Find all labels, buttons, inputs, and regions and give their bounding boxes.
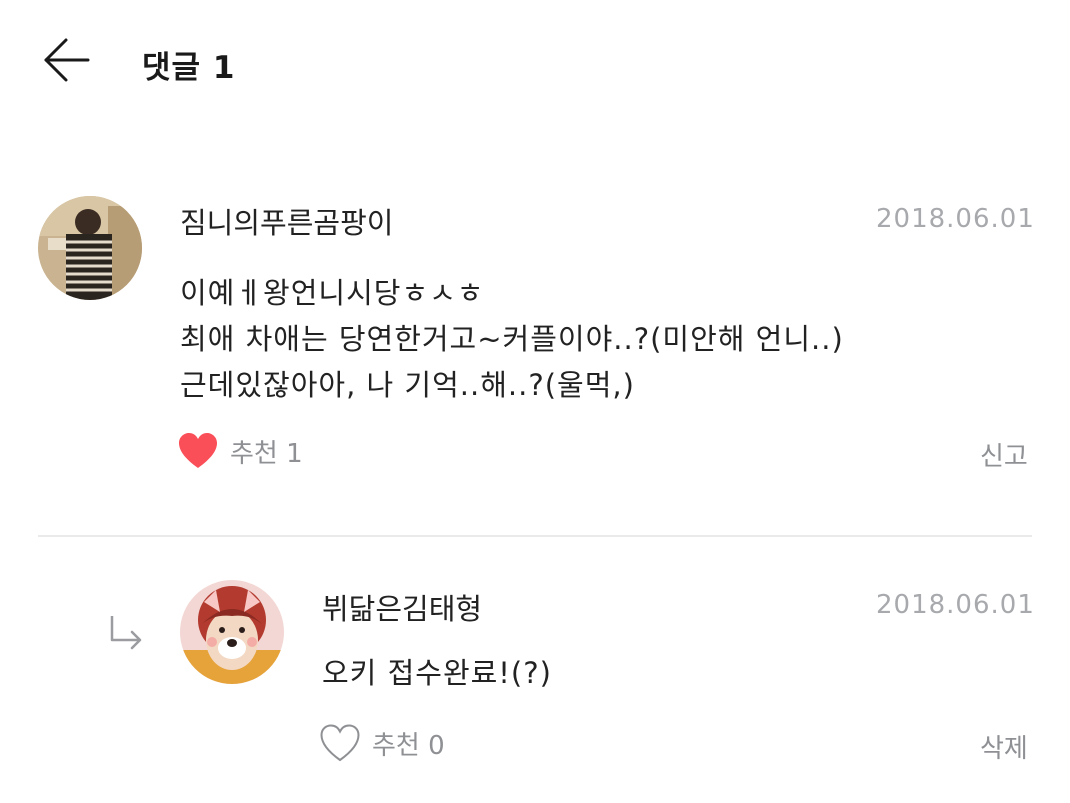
arrow-left-icon xyxy=(44,38,90,82)
like-button[interactable]: 추천 0 xyxy=(320,724,445,762)
divider xyxy=(38,535,1032,537)
back-button[interactable] xyxy=(40,34,94,88)
page-title: 댓글 1 xyxy=(142,50,236,86)
avatar[interactable] xyxy=(38,196,142,300)
top-bar: 댓글 1 xyxy=(0,0,1070,120)
avatar[interactable] xyxy=(180,580,284,684)
report-button[interactable]: 신고 xyxy=(980,436,1028,473)
comment-date: 2018.06.01 xyxy=(876,590,1035,620)
comment-text-line: 최애 차애는 당연한거고~커플이야..?(미안해 언니..) xyxy=(180,322,844,356)
comment-text-line: 근데있잖아아, 나 기억..해..?(울먹,) xyxy=(180,368,635,402)
comment-author: 짐니의푸른곰팡이 xyxy=(180,206,394,240)
comment-text-line: 이예ㅔ왕언니시당ㅎㅅㅎ xyxy=(180,276,485,310)
like-button[interactable]: 추천 1 xyxy=(178,432,303,470)
reply-arrow-icon xyxy=(104,612,148,656)
comment-text-line: 오키 접수완료!(?) xyxy=(322,656,552,690)
heart-outline-icon xyxy=(320,724,360,762)
heart-filled-icon xyxy=(179,433,217,468)
delete-button[interactable]: 삭제 xyxy=(980,728,1028,765)
comment-date: 2018.06.01 xyxy=(876,204,1035,234)
like-count-label: 추천 1 xyxy=(230,438,303,469)
like-count-label: 추천 0 xyxy=(372,730,445,761)
comment-author: 뷔닮은김태형 xyxy=(322,592,483,626)
